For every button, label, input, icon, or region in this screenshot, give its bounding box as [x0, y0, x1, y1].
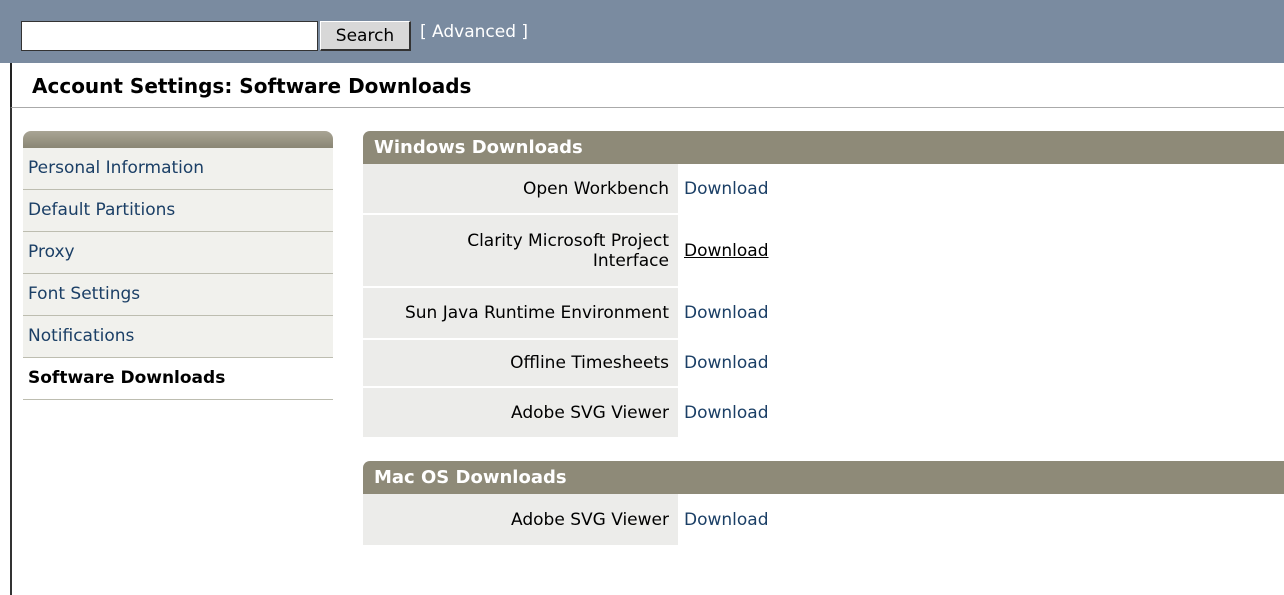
sidebar-item-proxy[interactable]: Proxy — [23, 232, 333, 274]
page-title: Account Settings: Software Downloads — [32, 74, 472, 98]
table-row: Offline Timesheets Download — [363, 340, 1284, 388]
download-link[interactable]: Download — [684, 241, 769, 261]
sidebar-item-default-partitions[interactable]: Default Partitions — [23, 190, 333, 232]
left-border — [10, 108, 12, 595]
page-title-bar: Account Settings: Software Downloads — [10, 63, 1284, 108]
mac-downloads-section: Mac OS Downloads Adobe SVG Viewer Downlo… — [363, 461, 1284, 547]
software-label: Adobe SVG Viewer — [363, 494, 678, 545]
software-label: Sun Java Runtime Environment — [363, 288, 678, 338]
section-header: Windows Downloads — [363, 131, 1284, 164]
table-row: Adobe SVG Viewer Download — [363, 494, 1284, 547]
top-search-bar: Search [ Advanced ] — [0, 0, 1284, 63]
sidebar-header — [23, 131, 333, 148]
section-header: Mac OS Downloads — [363, 461, 1284, 494]
software-label: Clarity Microsoft Project Interface — [363, 215, 678, 286]
sidebar-item-software-downloads[interactable]: Software Downloads — [23, 358, 333, 400]
download-link[interactable]: Download — [684, 510, 769, 530]
sidebar: Personal Information Default Partitions … — [23, 131, 333, 400]
sidebar-item-font-settings[interactable]: Font Settings — [23, 274, 333, 316]
sidebar-item-notifications[interactable]: Notifications — [23, 316, 333, 358]
download-link[interactable]: Download — [684, 179, 769, 199]
software-label: Offline Timesheets — [363, 340, 678, 386]
download-link[interactable]: Download — [684, 403, 769, 423]
advanced-search-link[interactable]: [ Advanced ] — [420, 22, 528, 42]
download-link[interactable]: Download — [684, 353, 769, 373]
software-label: Adobe SVG Viewer — [363, 388, 678, 437]
download-link[interactable]: Download — [684, 303, 769, 323]
search-button[interactable]: Search — [320, 21, 411, 51]
sidebar-item-personal-information[interactable]: Personal Information — [23, 148, 333, 190]
table-row: Clarity Microsoft Project Interface Down… — [363, 215, 1284, 288]
windows-downloads-section: Windows Downloads Open Workbench Downloa… — [363, 131, 1284, 439]
search-input[interactable] — [21, 21, 318, 51]
table-row: Adobe SVG Viewer Download — [363, 388, 1284, 439]
software-label-line: Clarity Microsoft Project — [467, 230, 669, 251]
table-row: Open Workbench Download — [363, 164, 1284, 215]
software-label: Open Workbench — [363, 164, 678, 213]
software-label-line: Interface — [592, 250, 669, 271]
table-row: Sun Java Runtime Environment Download — [363, 288, 1284, 340]
